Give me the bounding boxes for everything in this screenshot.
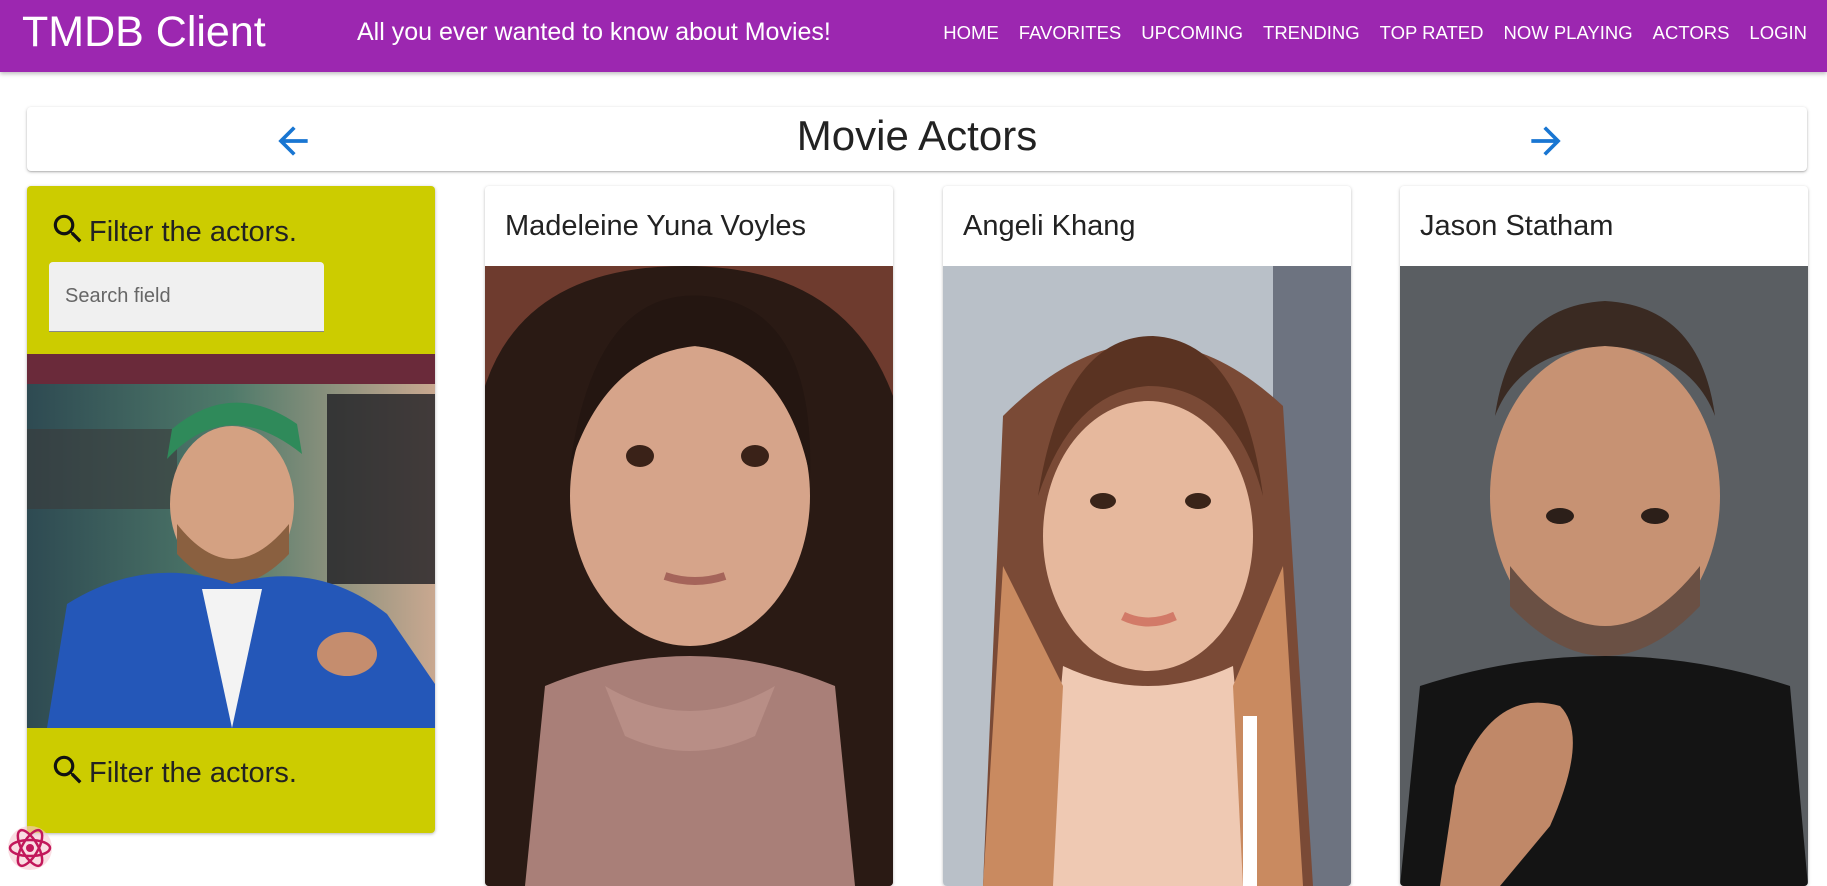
nav-trending[interactable]: Trending xyxy=(1253,18,1370,48)
actor-photo[interactable] xyxy=(485,266,893,886)
filter-card: Filter the actors. Search field Filter t… xyxy=(27,186,435,833)
filter-label: Filter the actors. xyxy=(89,216,297,248)
actor-photo[interactable] xyxy=(943,266,1351,886)
actor-card[interactable]: Jason Statham xyxy=(1400,186,1808,886)
page-header: Movie Actors xyxy=(27,107,1807,171)
next-page-button[interactable] xyxy=(1524,119,1568,163)
nav-now-playing[interactable]: Now Playing xyxy=(1493,18,1642,48)
nav-favorites[interactable]: Favorites xyxy=(1009,18,1131,48)
nav-login[interactable]: Login xyxy=(1739,18,1817,48)
arrow-right-icon xyxy=(1531,126,1561,156)
filter-label: Filter the actors. xyxy=(89,757,297,789)
search-icon xyxy=(53,755,82,784)
search-input[interactable] xyxy=(49,262,324,331)
search-field-container xyxy=(49,262,324,332)
nav-actors[interactable]: Actors xyxy=(1643,18,1740,48)
nav-top-rated[interactable]: Top Rated xyxy=(1370,18,1494,48)
filter-footer: Filter the actors. xyxy=(49,751,297,789)
main-nav: Home Favorites Upcoming Trending Top Rat… xyxy=(933,18,1817,48)
actor-name: Madeleine Yuna Voyles xyxy=(505,210,806,242)
filter-card-image xyxy=(27,354,435,728)
search-icon xyxy=(53,214,82,243)
nav-home[interactable]: Home xyxy=(933,18,1009,48)
actor-name: Angeli Khang xyxy=(963,210,1136,242)
app-tagline: All you ever wanted to know about Movies… xyxy=(357,18,831,46)
app-bar: TMDB Client All you ever wanted to know … xyxy=(0,0,1827,72)
actor-name: Jason Statham xyxy=(1420,210,1614,242)
actor-photo[interactable] xyxy=(1400,266,1808,886)
nav-upcoming[interactable]: Upcoming xyxy=(1131,18,1253,48)
react-logo-icon xyxy=(8,826,52,870)
react-devtools-button[interactable] xyxy=(4,824,56,872)
actor-card[interactable]: Madeleine Yuna Voyles xyxy=(485,186,893,886)
actor-card[interactable]: Angeli Khang xyxy=(943,186,1351,886)
filter-heading: Filter the actors. xyxy=(49,210,297,248)
app-brand[interactable]: TMDB Client xyxy=(22,8,266,56)
